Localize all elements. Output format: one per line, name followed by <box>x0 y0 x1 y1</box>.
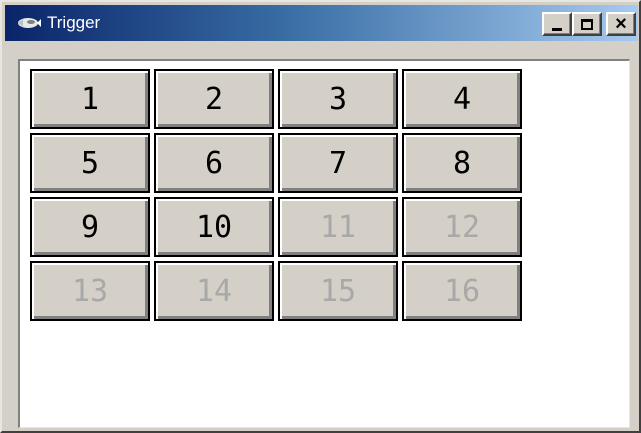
app-icon <box>18 18 41 28</box>
trigger-button-12[interactable]: 12 <box>402 197 522 257</box>
minimize-icon <box>552 27 562 31</box>
title-bar[interactable]: Trigger × <box>5 5 638 41</box>
trigger-button-2[interactable]: 2 <box>154 69 274 129</box>
trigger-button-7[interactable]: 7 <box>278 133 398 193</box>
trigger-button-11[interactable]: 11 <box>278 197 398 257</box>
trigger-button-8[interactable]: 8 <box>402 133 522 193</box>
trigger-button-14[interactable]: 14 <box>154 261 274 321</box>
trigger-button-5[interactable]: 5 <box>30 133 150 193</box>
minimize-button[interactable] <box>542 12 572 36</box>
window-title: Trigger <box>47 13 101 32</box>
trigger-button-4[interactable]: 4 <box>402 69 522 129</box>
trigger-button-10[interactable]: 10 <box>154 197 274 257</box>
trigger-button-6[interactable]: 6 <box>154 133 274 193</box>
trigger-button-9[interactable]: 9 <box>30 197 150 257</box>
maximize-icon <box>581 18 593 30</box>
client-area: 1 2 3 4 5 6 7 8 9 10 11 12 13 14 15 16 <box>18 59 630 428</box>
trigger-button-1[interactable]: 1 <box>30 69 150 129</box>
close-icon: × <box>615 12 627 35</box>
maximize-button[interactable] <box>572 12 602 36</box>
trigger-button-15[interactable]: 15 <box>278 261 398 321</box>
trigger-button-13[interactable]: 13 <box>30 261 150 321</box>
close-button[interactable]: × <box>606 12 636 36</box>
trigger-button-grid: 1 2 3 4 5 6 7 8 9 10 11 12 13 14 15 16 <box>30 69 522 321</box>
trigger-window: Trigger × 1 2 3 4 5 6 7 8 9 10 11 12 13 … <box>0 0 641 433</box>
trigger-button-3[interactable]: 3 <box>278 69 398 129</box>
trigger-button-16[interactable]: 16 <box>402 261 522 321</box>
